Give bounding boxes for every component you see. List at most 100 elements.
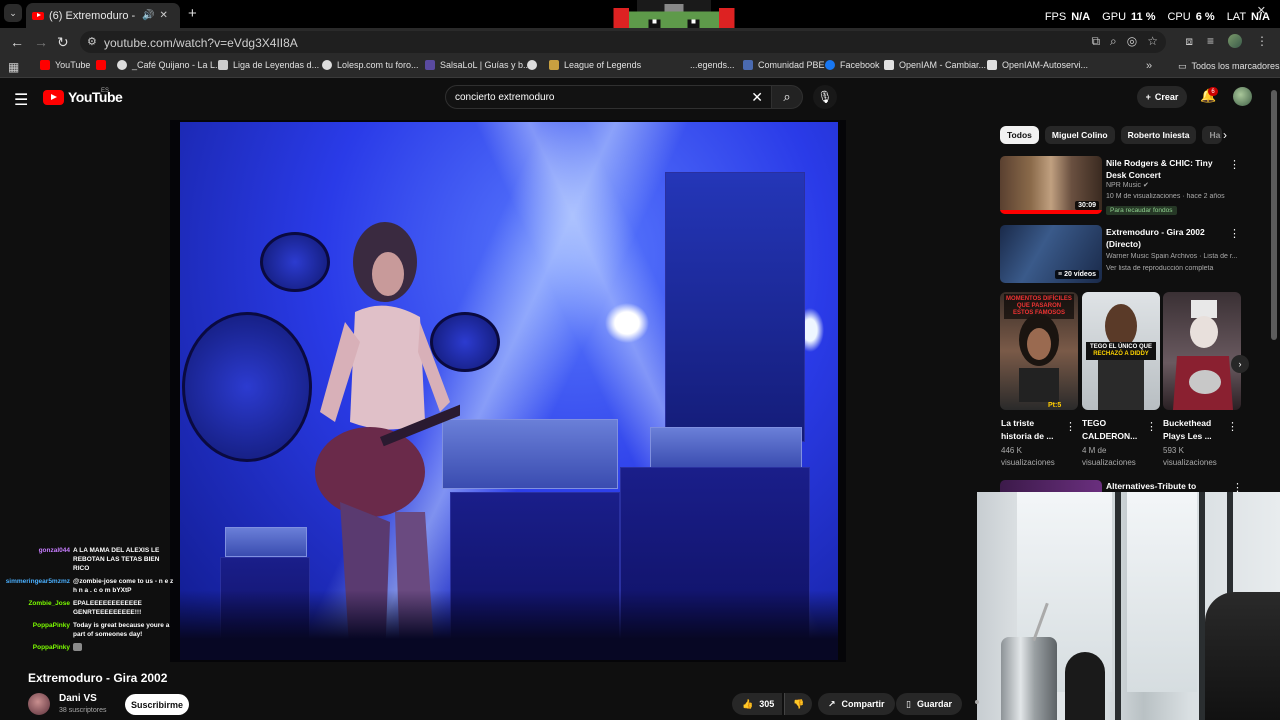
bookmark-item[interactable]: OpenIAM - Cambiar... [884, 60, 986, 70]
plus-icon: + [1145, 92, 1151, 102]
profile-avatar-icon[interactable] [1228, 34, 1242, 48]
account-avatar[interactable] [1233, 87, 1252, 106]
window-close-icon[interactable]: ✕ [1257, 4, 1266, 17]
search-input[interactable]: concierto extremoduro ✕ [445, 85, 772, 109]
bookmark-star-icon[interactable]: ☆ [1147, 34, 1158, 49]
subscriber-count: 38 suscriptores [59, 707, 107, 714]
more-options-icon[interactable]: ⋮ [1229, 227, 1240, 240]
window-frame [1115, 492, 1121, 720]
chat-username: PoppaPinky [32, 644, 70, 651]
chat-message: simmeringear5mzmz @zombie-jose come to u… [4, 577, 176, 595]
channel-avatar[interactable] [28, 693, 50, 715]
eye-off-icon[interactable]: ◎ [1127, 34, 1137, 49]
tab-youtube[interactable]: (6) Extremoduro - Gira 200… 🔊 ✕ [26, 3, 180, 28]
tab-search-button[interactable]: ⌄ [4, 4, 22, 22]
short-thumbnail[interactable] [1163, 292, 1241, 410]
tab-title: (6) Extremoduro - Gira 200… [49, 9, 137, 22]
bookmark-item[interactable]: Liga de Leyendas d... [218, 60, 319, 70]
chip-partial[interactable]: Ha [1202, 126, 1223, 144]
short-views: 593 Kvisualizaciones [1163, 446, 1217, 467]
thumbnail-logo: Pt:5 [1048, 402, 1062, 409]
search-button[interactable]: ⌕ [771, 85, 803, 109]
bookmark-favicon-icon [884, 60, 894, 70]
create-button[interactable]: + Crear [1137, 86, 1187, 108]
short-thumbnail[interactable]: MOMENTOS DIFÍCILES QUE PASARON ESTOS FAM… [1000, 292, 1078, 410]
youtube-logo[interactable]: YouTube [43, 89, 123, 105]
recommendation-title[interactable]: Alternatives-Tribute to [1106, 481, 1196, 491]
browser-menu-icon[interactable]: ⋮ [1256, 34, 1268, 49]
save-button[interactable]: ▯ Guardar [896, 693, 962, 715]
bookmark-item[interactable]: SalsaLoL | Guías y b... [425, 60, 531, 70]
voice-search-button[interactable]: 🎙 [813, 85, 837, 109]
bookmark-item[interactable]: Facebook [825, 60, 880, 70]
apps-grid-icon[interactable]: ▦ [8, 60, 19, 74]
bookmark-item[interactable]: Comunidad PBE [743, 60, 825, 70]
person-portrait [1019, 314, 1059, 402]
video-frame[interactable] [180, 122, 838, 660]
recommendation-item[interactable]: ≡ 20 vídeos Extremoduro - Gira 2002 (Dir… [1000, 225, 1244, 283]
bookmark-item[interactable]: OpenIAM-Autoservi... [987, 60, 1088, 70]
fps-stat: FPS N/A [1044, 11, 1091, 23]
recommendation-title[interactable]: Extremoduro - Gira 2002 (Directo) [1106, 226, 1234, 250]
short-title[interactable]: TEGO CALDERON... [1082, 417, 1146, 443]
short-title[interactable]: Buckethead Plays Les ... [1163, 417, 1227, 443]
short-title[interactable]: La triste historia de ... [1001, 417, 1065, 443]
shorts-next-button[interactable]: › [1231, 355, 1249, 373]
clear-search-icon[interactable]: ✕ [751, 89, 763, 106]
microphone-object [1065, 652, 1105, 720]
stream-chat: gonzal044 A LA MAMA DEL ALEXIS LE REBOTA… [4, 546, 176, 656]
bookmark-favicon-icon [117, 60, 127, 70]
hamburger-menu-icon[interactable]: ☰ [14, 90, 28, 110]
forward-arrow-icon[interactable]: → [34, 34, 48, 50]
dislike-button[interactable]: 👎 [784, 693, 813, 715]
chair-object [1205, 592, 1280, 720]
reload-icon[interactable]: ↻ [57, 34, 69, 51]
short-thumbnail[interactable]: TEGO EL ÚNICO QUE RECHAZÓ A DIDDY [1082, 292, 1160, 410]
video-thumbnail[interactable]: 30:09 [1000, 156, 1102, 214]
recommendation-item[interactable]: 30:09 Nile Rodgers & CHIC: Tiny Desk Con… [1000, 156, 1244, 215]
chevron-right-double-icon[interactable]: » [1146, 60, 1152, 72]
address-bar[interactable]: ⚙ youtube.com/watch?v=eVdg3X4II8A ⧉ ⌕ ◎ … [80, 31, 1166, 53]
site-info-icon[interactable]: ⚙ [87, 35, 97, 48]
bookmark-item[interactable]: _Café Quijano - La L... [117, 60, 223, 70]
more-options-icon[interactable]: ⋮ [1146, 420, 1157, 433]
new-tab-button[interactable]: + [188, 5, 197, 22]
speaker-icon[interactable]: 🔊 [142, 10, 154, 21]
more-options-icon[interactable]: ⋮ [1227, 420, 1238, 433]
video-player[interactable] [170, 120, 846, 662]
media-controls-icon[interactable]: ≡ [1207, 34, 1214, 49]
zoom-icon[interactable]: ⌕ [1110, 34, 1117, 49]
all-bookmarks-button[interactable]: ▭ Todos los marcadores [1178, 61, 1280, 72]
recommendation-title[interactable]: Nile Rodgers & CHIC: Tiny Desk Concert [1106, 157, 1234, 181]
bookmark-item[interactable] [527, 60, 542, 70]
chat-text: @zombie-jose come to us - n e z h n a . … [73, 578, 174, 594]
chip-miguel-colino[interactable]: Miguel Colino [1044, 126, 1115, 144]
more-options-icon[interactable]: ⋮ [1065, 420, 1076, 433]
chip-roberto-iniesta[interactable]: Roberto Iniesta [1120, 126, 1197, 144]
bookmark-item[interactable] [96, 60, 111, 70]
subscribe-button[interactable]: Suscribirme [125, 694, 189, 715]
bookmark-item[interactable]: YouTube [40, 60, 90, 70]
extensions-icon[interactable]: ⧈ [1185, 34, 1193, 49]
more-options-icon[interactable]: ⋮ [1229, 158, 1240, 171]
page-scrollbar[interactable] [1271, 90, 1277, 340]
install-app-icon[interactable]: ⧉ [1091, 34, 1100, 49]
bookmark-item[interactable]: Lolesp.com tu foro... [322, 60, 419, 70]
channel-name[interactable]: Dani VS [59, 693, 97, 704]
like-button[interactable]: 👍 305 [732, 693, 783, 715]
bookmark-item[interactable]: League of Legends [549, 60, 641, 70]
short-views: 446 Kvisualizaciones [1001, 446, 1055, 467]
folder-icon: ▭ [1178, 61, 1187, 71]
chip-todos[interactable]: Todos [1000, 126, 1039, 144]
chat-message: PoppaPinky [4, 643, 176, 652]
back-arrow-icon[interactable]: ← [10, 34, 24, 50]
close-icon[interactable]: ✕ [159, 10, 167, 21]
bookmark-item[interactable]: ...egends... [690, 60, 735, 70]
chat-text: EPALEEEEEEEEEEEE GENRTEEEEEEEEE!!! [73, 600, 142, 616]
chat-message: PoppaPinky Today is great because youre … [4, 621, 176, 639]
playlist-link[interactable]: Ver lista de reproducción completa [1106, 265, 1244, 272]
chevron-right-icon[interactable]: › [1223, 128, 1227, 142]
share-button[interactable]: ↗ Compartir [818, 693, 895, 715]
filter-chips: Todos Miguel Colino Roberto Iniesta Ha [1000, 126, 1223, 144]
playlist-thumbnail[interactable]: ≡ 20 vídeos [1000, 225, 1102, 283]
